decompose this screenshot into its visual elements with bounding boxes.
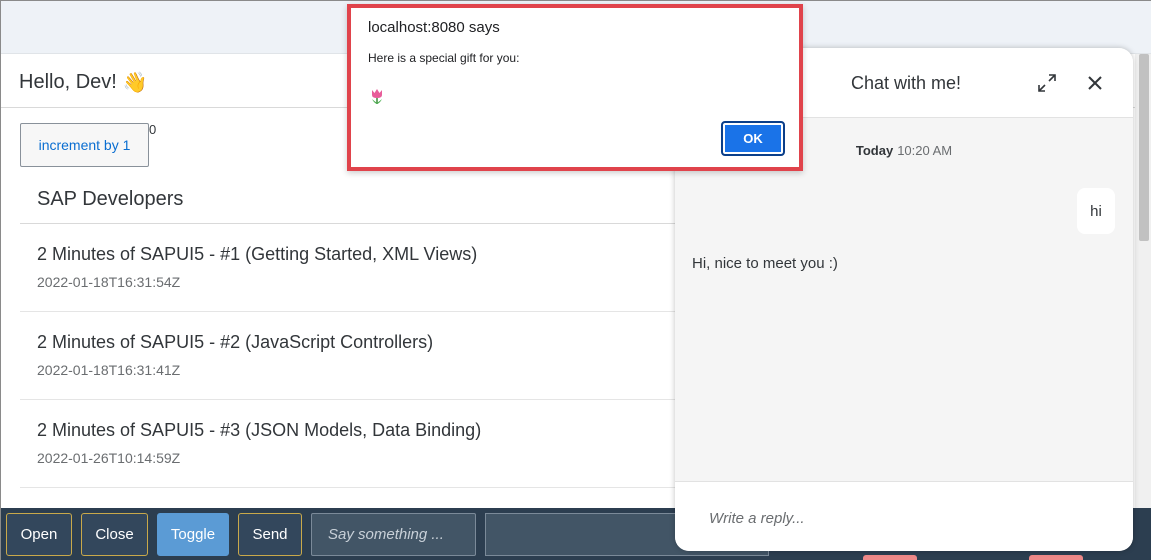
list-item-title: 2 Minutes of SAPUI5 - #3 (JSON Models, D… (37, 420, 482, 440)
toolbar-pill (863, 555, 917, 560)
wave-icon: 👋 (122, 70, 148, 94)
scrollbar-thumb[interactable] (1139, 54, 1149, 241)
open-button[interactable]: Open (6, 513, 72, 556)
list-item-title: 2 Minutes of SAPUI5 - #1 (Getting Starte… (37, 244, 478, 264)
close-icon[interactable] (1082, 70, 1108, 96)
chat-reply-field[interactable]: Write a reply... (675, 481, 1133, 551)
toggle-button[interactable]: Toggle (157, 513, 229, 556)
alert-message: Here is a special gift for you: (368, 51, 520, 65)
page-scrollbar[interactable] (1135, 54, 1151, 508)
page-title: Hello, Dev! 👋 (19, 70, 148, 94)
list-item-date: 2022-01-18T16:31:41Z (37, 362, 181, 378)
expand-icon[interactable] (1034, 70, 1060, 96)
list-item-date: 2022-01-26T10:14:59Z (37, 450, 181, 466)
list-item[interactable]: 2 Minutes of SAPUI5 - #2 (JavaScript Con… (20, 312, 740, 400)
alert-dialog: localhost:8080 says Here is a special gi… (347, 4, 803, 171)
message-input[interactable]: Say something ... (311, 513, 476, 556)
chat-time: 10:20 AM (897, 143, 953, 158)
reply-placeholder: Write a reply... (709, 510, 805, 527)
bot-message: Hi, nice to meet you :) (692, 255, 838, 272)
alert-origin: localhost:8080 says (368, 19, 500, 36)
toolbar-pill (1029, 555, 1083, 560)
list-item[interactable]: 2 Minutes of SAPUI5 - #3 (JSON Models, D… (20, 400, 740, 488)
video-list: 2 Minutes of SAPUI5 - #1 (Getting Starte… (20, 224, 740, 488)
chat-title: Chat with me! (851, 73, 962, 93)
list-item[interactable]: 2 Minutes of SAPUI5 - #1 (Getting Starte… (20, 224, 740, 312)
counter-value: 0 (149, 122, 157, 137)
increment-button[interactable]: increment by 1 (20, 123, 149, 167)
list-item-date: 2022-01-18T16:31:54Z (37, 274, 181, 290)
chat-day: Today (855, 143, 894, 158)
send-button[interactable]: Send (238, 513, 302, 556)
list-header: SAP Developers (20, 176, 740, 224)
alert-ok-button[interactable]: OK (721, 121, 785, 156)
list-item-title: 2 Minutes of SAPUI5 - #2 (JavaScript Con… (37, 332, 434, 352)
close-button[interactable]: Close (81, 513, 148, 556)
list-title: SAP Developers (37, 188, 184, 210)
greeting-text: Hello, Dev! (19, 70, 117, 93)
tulip-icon (369, 88, 385, 106)
user-message: hi (1077, 188, 1115, 234)
